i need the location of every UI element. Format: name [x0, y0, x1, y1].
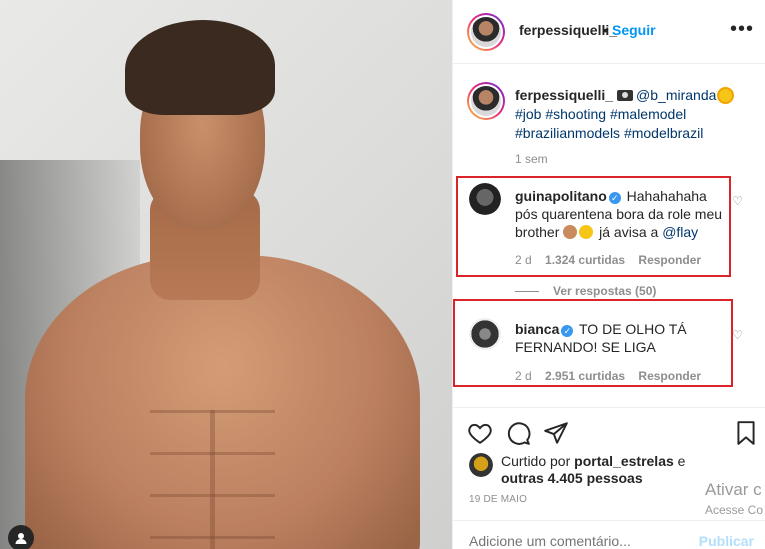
caption-mention[interactable]: @b_miranda — [636, 87, 716, 103]
comment-icon[interactable] — [505, 420, 531, 446]
comment-likes[interactable]: 2.951 curtidas — [545, 369, 625, 383]
fist-emoji-icon — [563, 225, 578, 239]
comment-avatar[interactable] — [469, 318, 501, 350]
liked-by-others[interactable]: outras 4.405 pessoas — [501, 470, 643, 486]
comment-input[interactable] — [469, 533, 689, 549]
post-date[interactable]: 19 DE MAIO — [469, 494, 527, 505]
comment-time[interactable]: 2 d — [515, 369, 532, 383]
post-header: ferpessiquelli_ • Seguir ••• — [453, 0, 765, 64]
follow-button[interactable]: Seguir — [612, 22, 656, 38]
bookmark-icon[interactable] — [733, 420, 759, 446]
comment-username[interactable]: bianca — [515, 321, 559, 337]
caption-avatar[interactable] — [467, 82, 505, 120]
comment-like-heart-icon[interactable]: ♡ — [732, 194, 743, 208]
comment-text: pós quarentena bora da role meu — [515, 206, 723, 222]
comment-bar: Publicar — [453, 520, 765, 549]
post-side-panel: ferpessiquelli_ • Seguir ••• ferpessique… — [452, 0, 765, 549]
liked-by-suffix: e — [677, 453, 686, 469]
post-photo[interactable] — [0, 0, 452, 549]
comment-meta: 2 d 2.951 curtidas Responder — [515, 369, 711, 383]
comment-mention[interactable]: @flay — [662, 224, 698, 240]
comment-text: FERNANDO! SE LIGA — [515, 339, 656, 355]
comment-item: bianca ✓ TO DE OLHO TÁ FERNANDO! SE LIGA — [515, 320, 735, 356]
sun-emoji-icon — [719, 89, 733, 102]
camera-emoji-icon — [617, 90, 634, 101]
view-replies-label: Ver respostas (50) — [553, 284, 657, 298]
heart-icon[interactable] — [467, 420, 493, 446]
comment-likes[interactable]: 1.324 curtidas — [545, 253, 625, 267]
photo-abs — [150, 410, 275, 549]
comment-text: Hahahahaha — [626, 188, 707, 204]
next-comment-cutoff — [515, 398, 715, 404]
caption-tags-line1[interactable]: #job #shooting #malemodel — [515, 106, 686, 122]
comment-avatar[interactable] — [469, 183, 501, 215]
view-replies-button[interactable]: Ver respostas (50) — [515, 284, 656, 298]
share-icon[interactable] — [543, 420, 569, 446]
activation-watermark: Ativar c Acesse Co — [705, 480, 763, 520]
watermark-line1: Ativar c — [705, 480, 762, 499]
comment-text: brother — [515, 224, 560, 240]
comment-like-heart-icon[interactable]: ♡ — [732, 328, 743, 342]
liker-avatar[interactable] — [469, 453, 493, 477]
verified-badge-icon: ✓ — [561, 325, 574, 337]
laughing-emoji-icon — [579, 225, 594, 239]
caption-username[interactable]: ferpessiquelli_ — [515, 87, 613, 103]
liked-by-summary: Curtido por portal_estrelas e outras 4.4… — [501, 453, 721, 487]
reply-button[interactable]: Responder — [638, 369, 701, 383]
publish-button[interactable]: Publicar — [699, 533, 754, 549]
verified-badge-icon: ✓ — [608, 192, 621, 204]
comment-item: guinapolitano ✓ Hahahahaha pós quarentena… — [515, 187, 735, 241]
photo-hair — [125, 20, 275, 115]
post-actions: Curtido por portal_estrelas e outras 4.4… — [453, 407, 765, 549]
caption-tags-line2[interactable]: #brazilianmodels #modelbrazil — [515, 125, 703, 141]
liked-by-user[interactable]: portal_estrelas — [574, 453, 674, 469]
author-avatar[interactable] — [467, 13, 505, 51]
comment-text: TO DE OLHO TÁ — [579, 321, 687, 337]
post-caption: ferpessiquelli_ @b_miranda #job #shooting… — [515, 86, 755, 143]
comment-text: já avisa a — [599, 224, 659, 240]
liked-by-prefix: Curtido por — [501, 453, 571, 469]
comment-meta: 2 d 1.324 curtidas Responder — [515, 253, 711, 267]
header-separator: • — [603, 22, 608, 38]
caption-time[interactable]: 1 sem — [515, 152, 548, 166]
comment-username[interactable]: guinapolitano — [515, 188, 607, 204]
watermark-line2: Acesse Co — [705, 503, 764, 517]
user-tag-icon[interactable] — [8, 525, 34, 549]
reply-button[interactable]: Responder — [638, 253, 701, 267]
comment-time[interactable]: 2 d — [515, 253, 532, 267]
more-horizontal-icon[interactable]: ••• — [730, 18, 754, 41]
